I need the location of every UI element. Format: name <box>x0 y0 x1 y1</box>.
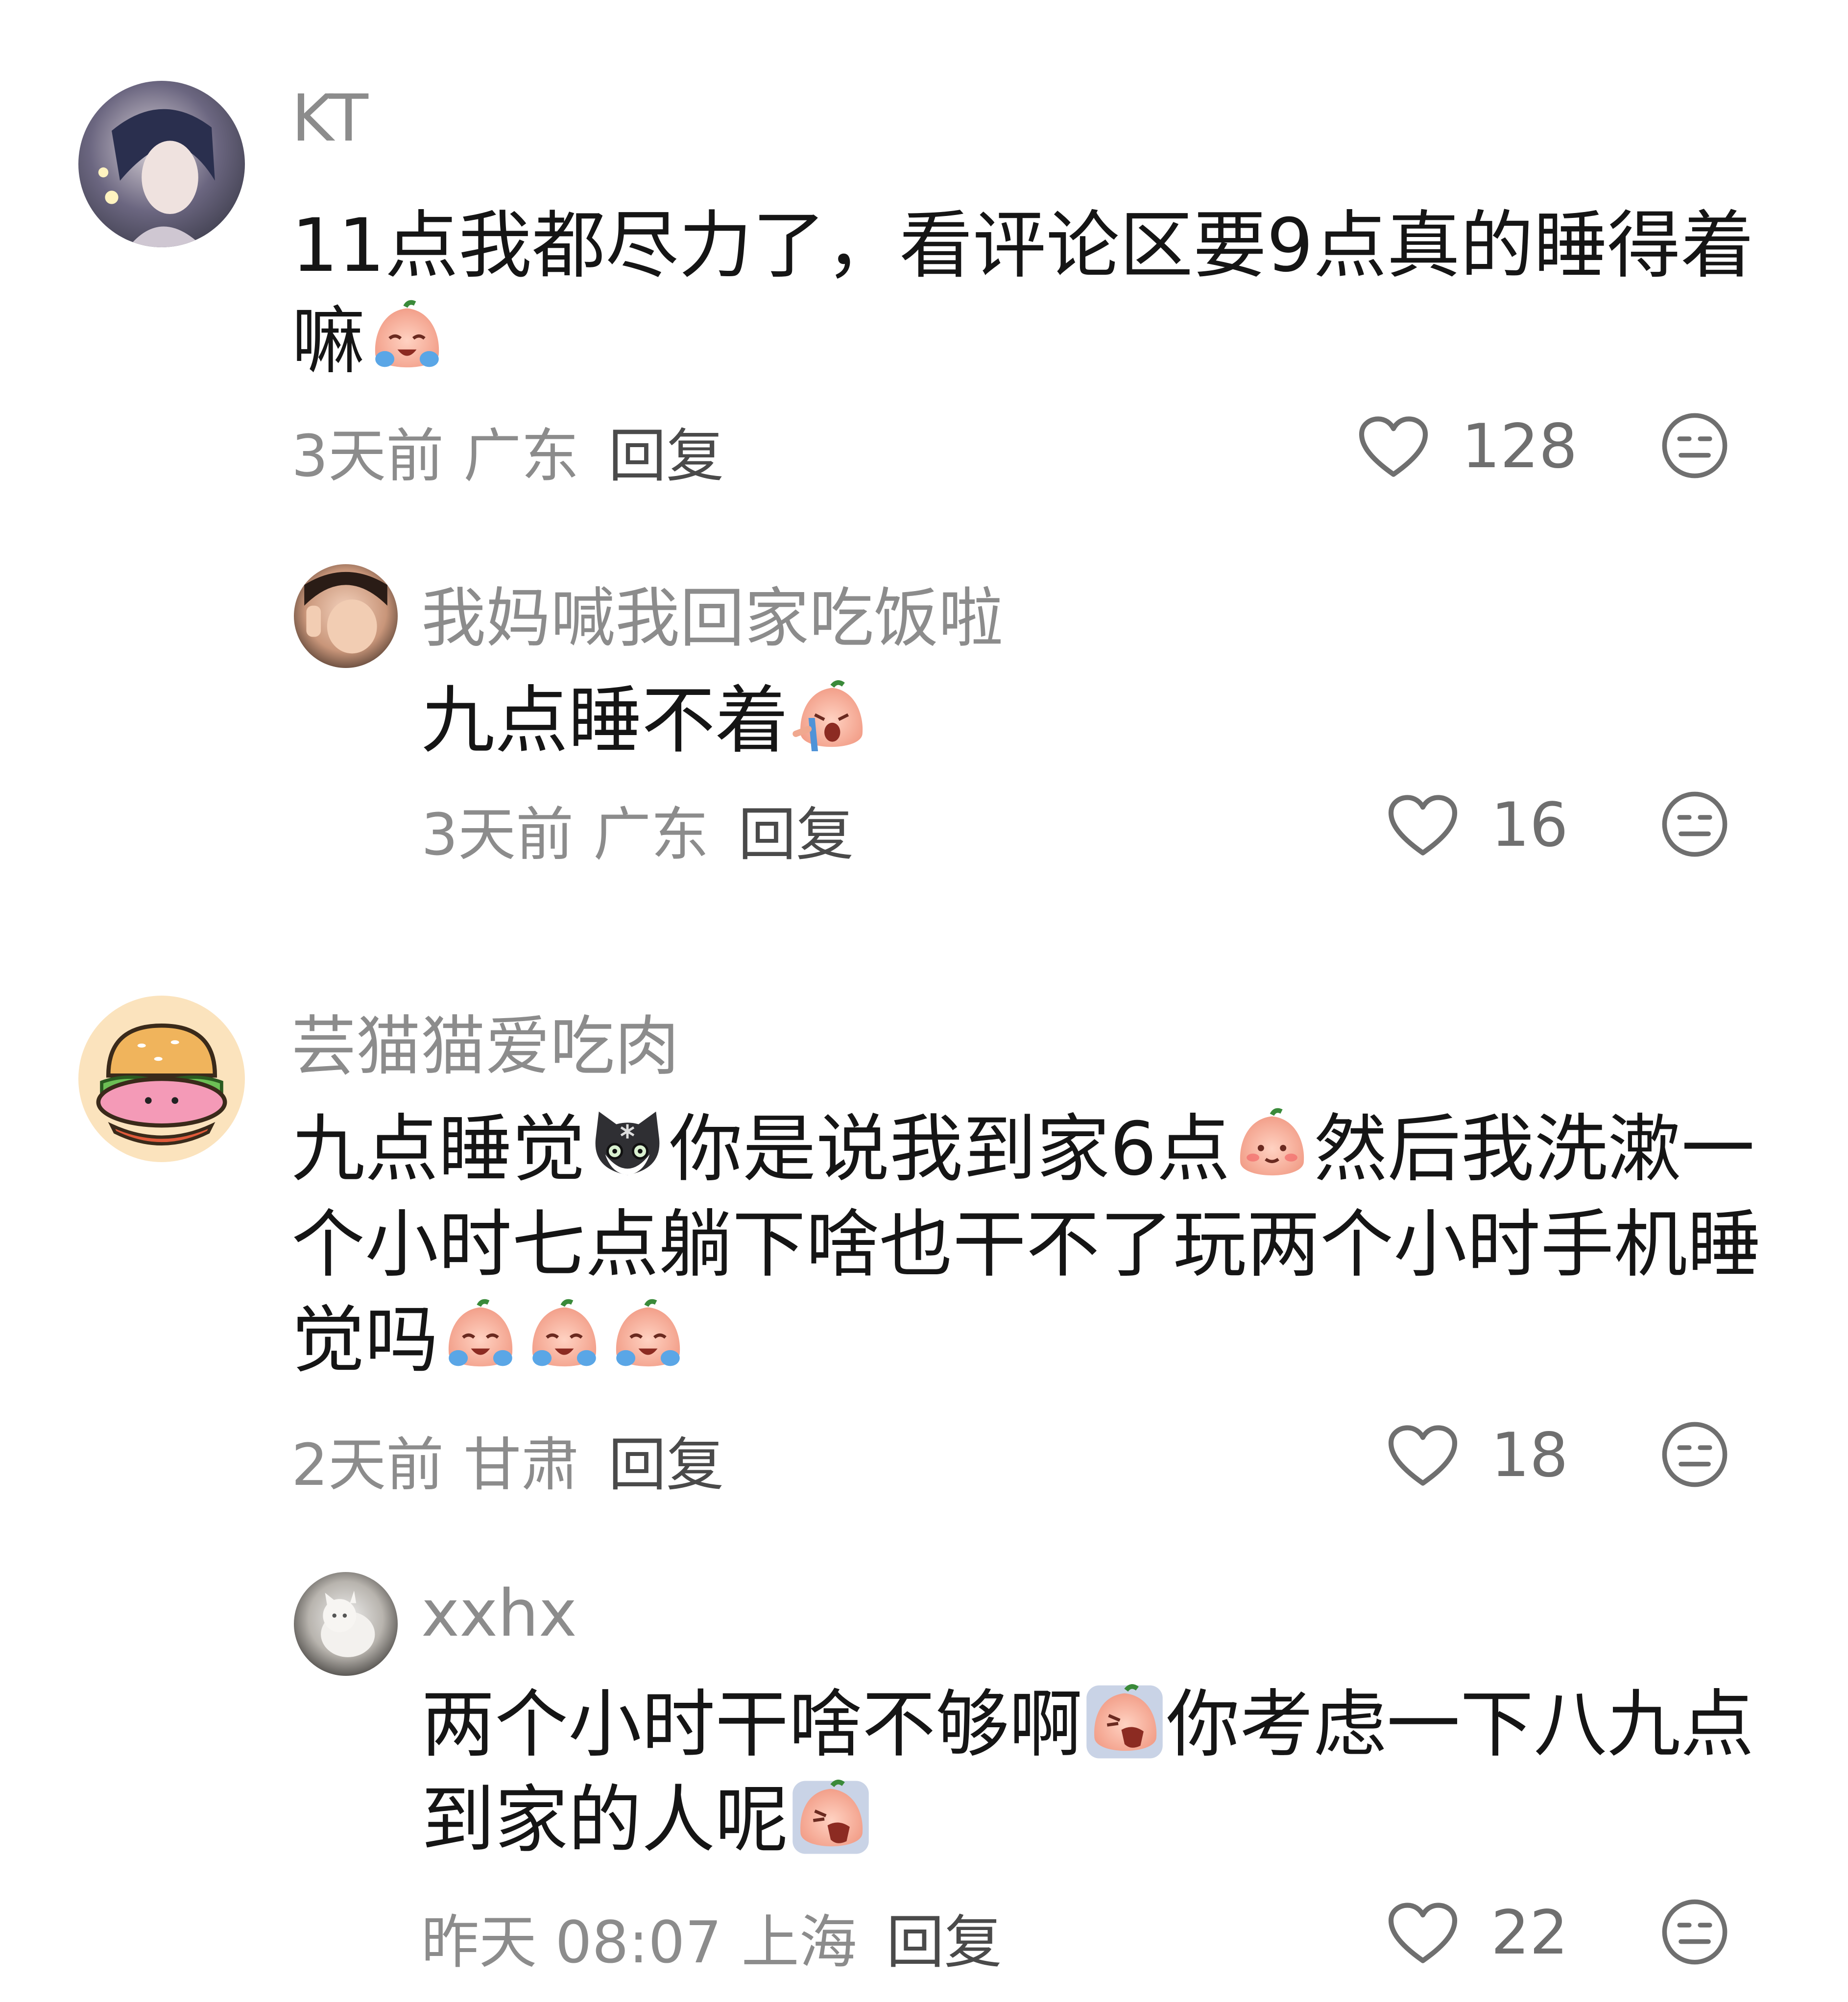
comment-meta: 3天前 广东 回复 <box>291 409 724 493</box>
reply-item: xxhx 两个小时干啥不够啊 你考虑一下八九点到家的人呢 昨天 08:07 上海 … <box>0 1518 1848 2002</box>
like-button[interactable]: 22 <box>1386 1898 1568 1968</box>
avatar[interactable] <box>294 564 398 668</box>
avatar[interactable] <box>78 81 245 247</box>
like-button[interactable]: 18 <box>1386 1420 1568 1491</box>
reply-button[interactable]: 回复 <box>887 1895 1002 1979</box>
crying-peach-emoji <box>367 299 447 378</box>
blushing-peach-emoji <box>1232 1107 1312 1186</box>
unamused-face-icon[interactable] <box>1660 1420 1729 1489</box>
reply-button[interactable]: 回复 <box>738 787 854 871</box>
sobbing-peach-emoji <box>791 678 870 758</box>
location: 上海 <box>741 1908 857 1976</box>
unamused-face-icon[interactable] <box>1660 411 1729 480</box>
avatar[interactable] <box>294 1572 398 1676</box>
timestamp: 3天前 <box>421 801 574 868</box>
like-count: 16 <box>1491 790 1568 860</box>
comment-meta: 3天前 广东 回复 <box>421 787 854 871</box>
reply-item: 我妈喊我回家吃饭啦 九点睡不着 3天前 广东 回复 16 <box>0 519 1848 901</box>
comment-text-segment: 你是说我到家6点 <box>669 1107 1230 1192</box>
timestamp: 3天前 <box>291 422 444 490</box>
comment-text-segment: 九点睡不着 <box>421 678 789 763</box>
crying-peach-emoji <box>525 1298 604 1377</box>
reply-button[interactable]: 回复 <box>608 1418 724 1502</box>
unamused-face-icon[interactable] <box>1660 1898 1729 1966</box>
heart-outline-icon <box>1386 793 1460 857</box>
comment-text-segment: 九点睡觉 <box>291 1107 586 1192</box>
location: 广东 <box>593 801 709 868</box>
crying-peach-emoji <box>441 1298 520 1377</box>
wailing-peach-emoji <box>791 1778 870 1857</box>
heart-outline-icon <box>1357 415 1430 478</box>
like-count: 128 <box>1462 411 1578 482</box>
comment-meta: 昨天 08:07 上海 回复 <box>421 1895 1002 1979</box>
comment-text: 11点我都尽力了，看评论区要9点真的睡得着嘛 <box>291 198 1785 389</box>
username[interactable]: 芸猫猫爱吃肉 <box>291 994 679 1088</box>
heart-outline-icon <box>1386 1424 1460 1487</box>
username[interactable]: xxhx <box>421 1576 577 1651</box>
unamused-face-icon[interactable] <box>1660 790 1729 858</box>
comment-feed: KT 11点我都尽力了，看评论区要9点真的睡得着嘛 3天前 广东 回复 128 … <box>0 0 1848 2002</box>
wailing-peach-emoji <box>1085 1682 1164 1762</box>
location: 甘肃 <box>463 1431 579 1499</box>
like-button[interactable]: 16 <box>1386 790 1568 860</box>
comment-text-segment: 两个小时干啥不够啊 <box>421 1682 1083 1767</box>
comment-text: 九点睡不着 <box>421 673 1793 769</box>
comment-item: KT 11点我都尽力了，看评论区要9点真的睡得着嘛 3天前 广东 回复 128 <box>0 0 1848 519</box>
like-count: 18 <box>1491 1420 1568 1491</box>
username[interactable]: KT <box>291 81 368 156</box>
heart-outline-icon <box>1386 1901 1460 1965</box>
like-button[interactable]: 128 <box>1357 411 1578 482</box>
location: 广东 <box>463 422 579 490</box>
timestamp: 2天前 <box>291 1431 444 1499</box>
comment-text: 九点睡觉 你是说我到家6点 然后我洗漱一个小时七点躺下啥也干不了玩两个小时手机睡觉吗 <box>291 1102 1785 1388</box>
crying-peach-emoji <box>608 1298 688 1377</box>
username[interactable]: 我妈喊我回家吃饭啦 <box>421 566 1003 660</box>
reply-button[interactable]: 回复 <box>608 409 724 493</box>
like-count: 22 <box>1491 1898 1568 1968</box>
shocked-cat-emoji <box>588 1107 667 1186</box>
comment-text: 两个小时干啥不够啊 你考虑一下八九点到家的人呢 <box>421 1677 1793 1868</box>
comment-meta: 2天前 甘肃 回复 <box>291 1418 724 1502</box>
comment-text-segment: 11点我都尽力了，看评论区要9点真的睡得着嘛 <box>291 203 1754 384</box>
avatar[interactable] <box>78 996 245 1162</box>
comment-item: 芸猫猫爱吃肉 九点睡觉 你是说我到家6点 然后我洗漱一个小时七点躺下啥也干不了玩两个… <box>0 901 1848 1518</box>
timestamp: 昨天 08:07 <box>421 1908 722 1976</box>
